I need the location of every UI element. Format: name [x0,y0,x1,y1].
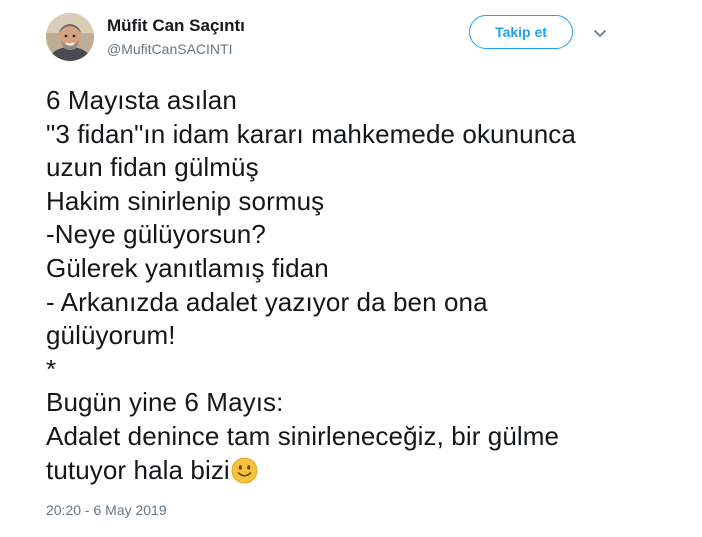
tweet-line: "3 fidan"ın idam kararı mahkemede okunun… [46,118,576,149]
tweet-card: Müfit Can Saçıntı @MufitCanSACINTI Takip… [0,0,702,537]
tweet-line: - Arkanızda adalet yazıyor da ben ona [46,286,488,317]
tweet-line: Adalet denince tam sinirleneceğiz, bir g… [46,420,560,451]
follow-button[interactable]: Takip et [469,15,573,49]
chevron-down-icon[interactable] [592,25,608,41]
avatar-photo [46,13,94,61]
tweet-line: Hakim sinirlenip sormuş [46,185,325,216]
tweet-last-line: tutuyor hala bizi [46,454,666,488]
tweet-line: gülüyorum! [46,320,176,351]
avatar[interactable] [46,13,94,61]
author-handle[interactable]: @MufitCanSACINTI [107,40,245,58]
tweet-line: uzun fidan gülmüş [46,152,259,183]
tweet-line: Gülerek yanıtlamış fidan [46,252,329,283]
tweet-line-text: tutuyor hala bizi [46,454,230,485]
tweet-line: Bugün yine 6 Mayıs: [46,387,284,418]
tweet-header: Müfit Can Saçıntı @MufitCanSACINTI Takip… [46,9,666,67]
tweet-line: * [46,353,57,384]
tweet-timestamp[interactable]: 20:20 - 6 May 2019 [46,502,167,518]
author-names: Müfit Can Saçıntı @MufitCanSACINTI [107,16,245,58]
slightly-smiling-face-icon [231,457,258,484]
author-display-name[interactable]: Müfit Can Saçıntı [107,16,245,36]
tweet-line: 6 Mayısta asılan [46,85,237,115]
tweet-line: -Neye gülüyorsun? [46,219,266,250]
tweet-text: 6 Mayısta asılan "3 fidan"ın idam kararı… [46,84,666,487]
